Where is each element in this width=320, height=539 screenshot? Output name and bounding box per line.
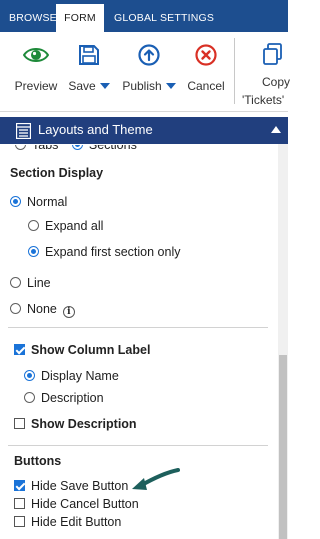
none-label: None	[27, 302, 57, 316]
chevron-down-icon	[165, 83, 176, 89]
expand-all-radio[interactable]	[28, 220, 39, 231]
divider	[8, 445, 268, 446]
ribbon-tab-bar: BROWSE FORM GLOBAL SETTINGS	[0, 0, 288, 32]
cancel-label: Cancel	[187, 79, 225, 93]
show-description-option[interactable]: Show Description	[14, 417, 137, 431]
tab-global-settings[interactable]: GLOBAL SETTINGS	[114, 0, 214, 32]
hide-save-option[interactable]: Hide Save Button	[14, 479, 128, 493]
normal-label: Normal	[27, 195, 68, 209]
description-option[interactable]: Description	[24, 391, 104, 405]
copy-icon	[263, 43, 282, 65]
section-display-heading: Section Display	[10, 166, 104, 180]
copy-label-line2: 'Tickets'	[242, 93, 285, 107]
line-option[interactable]: Line	[10, 276, 51, 290]
buttons-heading: Buttons	[14, 454, 62, 468]
line-radio[interactable]	[10, 277, 21, 288]
line-label: Line	[27, 276, 51, 290]
hide-cancel-checkbox[interactable]	[14, 498, 25, 509]
cancel-button[interactable]: Cancel	[184, 32, 228, 112]
tab-browse[interactable]: BROWSE	[9, 0, 57, 32]
layout-list-icon	[16, 123, 31, 139]
display-name-label: Display Name	[41, 369, 119, 383]
hide-edit-label: Hide Edit Button	[31, 515, 122, 529]
expand-first-label: Expand first section only	[45, 245, 181, 259]
preview-button[interactable]: Preview	[10, 32, 62, 112]
divider	[8, 327, 268, 328]
hide-save-checkbox[interactable]	[14, 480, 25, 491]
ribbon-divider	[234, 38, 235, 104]
publish-label: Publish	[122, 79, 162, 93]
expand-first-option[interactable]: Expand first section only	[28, 245, 181, 259]
hide-edit-checkbox[interactable]	[14, 516, 25, 527]
expand-first-radio[interactable]	[28, 246, 39, 257]
info-icon[interactable]: i	[62, 306, 75, 318]
publish-button[interactable]: Publish	[120, 32, 178, 112]
tab-form[interactable]: FORM	[56, 4, 104, 32]
none-radio[interactable]	[10, 303, 21, 314]
chevron-down-icon	[99, 83, 110, 89]
hide-save-label: Hide Save Button	[31, 479, 129, 493]
description-label: Description	[41, 391, 104, 405]
ribbon-toolbar: Preview Save Publish Cancel Copy 'Ticket…	[0, 32, 291, 112]
preview-label: Preview	[14, 79, 58, 93]
save-button[interactable]: Save	[66, 32, 112, 112]
show-description-checkbox[interactable]	[14, 418, 25, 429]
annotation-arrow-icon	[132, 468, 180, 490]
none-option[interactable]: None i	[10, 302, 75, 318]
copy-button[interactable]: Copy 'Tickets'	[240, 32, 291, 112]
scrollbar-thumb[interactable]	[279, 355, 287, 539]
display-name-option[interactable]: Display Name	[24, 369, 119, 383]
arrow-up-circle-icon	[138, 44, 160, 66]
hide-edit-option[interactable]: Hide Edit Button	[14, 515, 121, 529]
expand-all-label: Expand all	[45, 219, 104, 233]
hide-cancel-option[interactable]: Hide Cancel Button	[14, 497, 139, 511]
eye-icon	[23, 48, 49, 62]
save-label: Save	[68, 79, 96, 93]
show-description-label: Show Description	[31, 417, 137, 431]
normal-option[interactable]: Normal	[10, 195, 67, 209]
show-column-label-option[interactable]: Show Column Label	[14, 343, 150, 357]
collapse-up-icon[interactable]	[271, 126, 281, 133]
x-circle-icon	[195, 44, 217, 66]
description-radio[interactable]	[24, 392, 35, 403]
floppy-disk-icon	[79, 45, 99, 65]
display-name-radio[interactable]	[24, 370, 35, 381]
expand-all-option[interactable]: Expand all	[28, 219, 103, 233]
hide-cancel-label: Hide Cancel Button	[31, 497, 139, 511]
show-column-label-checkbox[interactable]	[14, 344, 25, 355]
show-column-label-label: Show Column Label	[31, 343, 151, 357]
layouts-theme-header[interactable]: Layouts and Theme	[0, 117, 288, 144]
section-title: Layouts and Theme	[38, 122, 153, 137]
normal-radio[interactable]	[10, 196, 21, 207]
copy-label-line1: Copy	[262, 75, 291, 89]
